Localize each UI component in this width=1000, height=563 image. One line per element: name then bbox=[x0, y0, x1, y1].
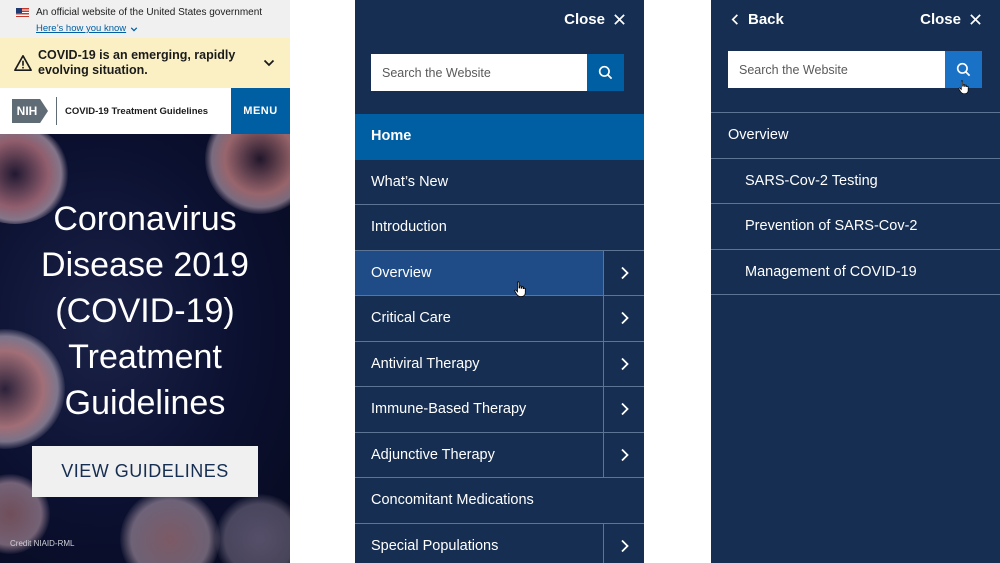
virus-image-decoration bbox=[120, 489, 220, 563]
back-button[interactable]: Back bbox=[729, 11, 784, 28]
chevron-down-icon bbox=[130, 26, 138, 31]
nav-item-critical-care[interactable]: Critical Care bbox=[355, 296, 644, 342]
menu-topbar: Close bbox=[355, 0, 644, 40]
submenu-topbar: Back Close bbox=[711, 0, 1000, 40]
screenshot-stage: An official website of the United States… bbox=[0, 0, 1000, 563]
back-label: Back bbox=[748, 11, 784, 28]
main-menu-panel: Close Search the Website Home What’s New… bbox=[355, 0, 644, 563]
expand-submenu-button[interactable] bbox=[603, 432, 644, 477]
submenu-item-prevention[interactable]: Prevention of SARS-Cov-2 bbox=[711, 204, 1000, 250]
close-label: Close bbox=[920, 11, 961, 28]
nav-item-whats-new[interactable]: What’s New bbox=[355, 160, 644, 205]
search-bar: Search the Website bbox=[371, 54, 624, 91]
submenu-item-label: SARS-Cov-2 Testing bbox=[745, 172, 878, 189]
chevron-right-icon bbox=[620, 539, 629, 552]
gov-banner-link-text: Here’s how you know bbox=[36, 23, 127, 34]
nav-item-antiviral-therapy[interactable]: Antiviral Therapy bbox=[355, 341, 644, 387]
nav-item-label: Introduction bbox=[371, 219, 447, 236]
expand-submenu-button[interactable] bbox=[603, 250, 644, 295]
nih-logo[interactable]: NIH bbox=[12, 99, 48, 123]
warning-icon bbox=[14, 54, 32, 72]
gov-banner: An official website of the United States… bbox=[0, 0, 290, 38]
close-label: Close bbox=[564, 11, 605, 28]
submenu-item-label: Management of COVID-19 bbox=[745, 263, 917, 280]
submenu-panel: Back Close Search the Website Overview S… bbox=[711, 0, 1000, 563]
submenu-parent-label: Overview bbox=[728, 127, 789, 144]
us-flag-icon bbox=[16, 8, 29, 17]
nav-item-home[interactable]: Home bbox=[355, 114, 644, 160]
main-nav-list: Home What’s New Introduction Overview Cr… bbox=[355, 114, 644, 563]
nav-item-introduction[interactable]: Introduction bbox=[355, 205, 644, 251]
nav-item-overview[interactable]: Overview bbox=[355, 250, 644, 297]
nav-item-label: Concomitant Medications bbox=[371, 492, 534, 509]
submenu-parent-overview[interactable]: Overview bbox=[711, 113, 1000, 159]
search-bar: Search the Website bbox=[728, 51, 982, 95]
alert-text: COVID-19 is an emerging, rapidly evolvin… bbox=[38, 48, 236, 77]
search-button[interactable] bbox=[587, 54, 624, 91]
gov-banner-text: An official website of the United States… bbox=[36, 7, 263, 18]
nav-item-special-populations[interactable]: Special Populations bbox=[355, 523, 644, 563]
nav-item-label: Home bbox=[371, 128, 412, 145]
expand-submenu-button[interactable] bbox=[603, 387, 644, 432]
hand-cursor-icon bbox=[514, 280, 526, 297]
nav-item-immune-based-therapy[interactable]: Immune-Based Therapy bbox=[355, 387, 644, 433]
virus-image-decoration bbox=[215, 494, 290, 563]
search-icon bbox=[598, 65, 613, 80]
submenu-list: Overview SARS-Cov-2 Testing Prevention o… bbox=[711, 112, 1000, 295]
expand-submenu-button[interactable] bbox=[603, 341, 644, 386]
chevron-right-icon bbox=[620, 403, 629, 416]
chevron-left-icon bbox=[731, 14, 738, 25]
image-credit: Credit NIAID-RML bbox=[10, 539, 75, 548]
chevron-down-icon bbox=[263, 59, 275, 67]
chevron-right-icon bbox=[620, 357, 629, 370]
search-button[interactable] bbox=[945, 51, 982, 95]
nav-item-label: What’s New bbox=[371, 173, 449, 190]
submenu-item-management[interactable]: Management of COVID-19 bbox=[711, 250, 1000, 295]
site-header: NIH COVID-19 Treatment Guidelines MENU bbox=[0, 88, 290, 134]
menu-button[interactable]: MENU bbox=[231, 88, 290, 134]
gov-banner-link[interactable]: Here’s how you know bbox=[36, 23, 138, 34]
nav-item-concomitant-medications[interactable]: Concomitant Medications bbox=[355, 478, 644, 524]
view-guidelines-button[interactable]: VIEW GUIDELINES bbox=[32, 446, 258, 497]
hand-cursor-icon bbox=[958, 80, 969, 95]
search-input[interactable]: Search the Website bbox=[371, 54, 587, 91]
close-icon bbox=[970, 14, 981, 25]
nav-item-adjunctive-therapy[interactable]: Adjunctive Therapy bbox=[355, 432, 644, 478]
search-input[interactable]: Search the Website bbox=[728, 51, 945, 88]
expand-submenu-button[interactable] bbox=[603, 296, 644, 341]
site-name[interactable]: COVID-19 Treatment Guidelines bbox=[65, 88, 231, 134]
covid-alert[interactable]: COVID-19 is an emerging, rapidly evolvin… bbox=[0, 38, 290, 88]
close-button[interactable]: Close bbox=[564, 11, 626, 28]
submenu-item-sars-cov-2-testing[interactable]: SARS-Cov-2 Testing bbox=[711, 159, 1000, 204]
chevron-right-icon bbox=[620, 448, 629, 461]
submenu-item-label: Prevention of SARS-Cov-2 bbox=[745, 218, 918, 235]
logo-divider bbox=[56, 97, 57, 125]
close-icon bbox=[614, 14, 625, 25]
chevron-right-icon bbox=[620, 312, 629, 325]
close-button[interactable]: Close bbox=[920, 11, 982, 28]
hero-banner: Coronavirus Disease 2019 (COVID-19) Trea… bbox=[0, 134, 290, 563]
mobile-home-panel: An official website of the United States… bbox=[0, 0, 290, 563]
hero-title: Coronavirus Disease 2019 (COVID-19) Trea… bbox=[41, 200, 249, 422]
chevron-right-icon bbox=[620, 266, 629, 279]
expand-submenu-button[interactable] bbox=[603, 523, 644, 563]
search-icon bbox=[956, 62, 971, 77]
